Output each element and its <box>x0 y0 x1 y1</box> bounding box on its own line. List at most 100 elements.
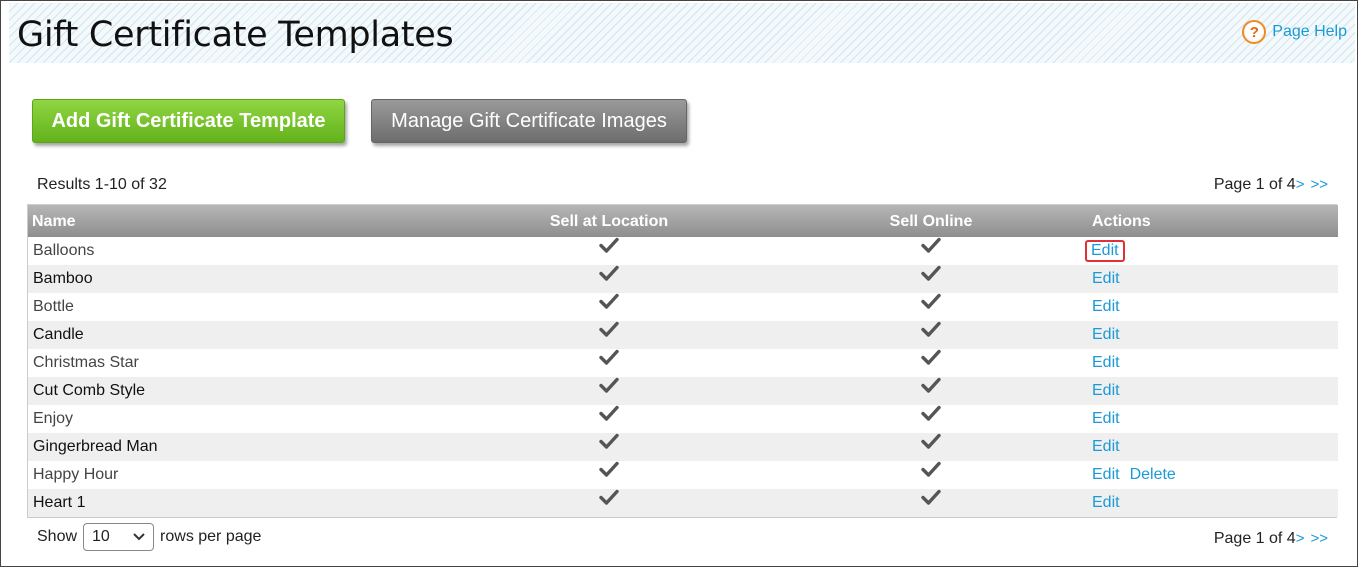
template-name: Balloons <box>28 237 448 265</box>
page-frame: Gift Certificate Templates ? Page Help A… <box>0 0 1358 567</box>
table-row: Christmas Star Edit <box>28 349 1338 377</box>
sell-at-location-cell <box>448 321 770 349</box>
rows-per-page-select[interactable]: 10 <box>83 523 155 551</box>
sell-online-cell <box>770 265 1092 293</box>
templates-table: Name Sell at Location Sell Online Action… <box>27 204 1338 518</box>
sell-at-location-cell <box>448 489 770 517</box>
sell-at-location-cell <box>448 265 770 293</box>
column-header-sell-online[interactable]: Sell Online <box>770 205 1092 237</box>
template-name: Candle <box>28 321 448 349</box>
sell-at-location-cell <box>448 433 770 461</box>
template-name: Cut Comb Style <box>28 377 448 405</box>
edit-link[interactable]: Edit <box>1087 269 1125 289</box>
sell-at-location-cell <box>448 405 770 433</box>
edit-link[interactable]: Edit <box>1087 353 1125 373</box>
template-name: Gingerbread Man <box>28 433 448 461</box>
template-name: Christmas Star <box>28 349 448 377</box>
checkmark-icon <box>599 265 619 286</box>
sell-online-cell <box>770 461 1092 489</box>
column-header-sell-at-location[interactable]: Sell at Location <box>448 205 770 237</box>
edit-link[interactable]: Edit <box>1087 437 1125 457</box>
checkmark-icon <box>599 433 619 454</box>
results-count: Results 1-10 of 32 <box>37 176 167 193</box>
last-page-link[interactable]: >> <box>1310 176 1328 193</box>
table-row: Bamboo Edit <box>28 265 1338 293</box>
checkmark-icon <box>599 461 619 482</box>
actions-cell: Edit <box>1092 377 1338 405</box>
edit-link[interactable]: Edit <box>1087 409 1125 429</box>
sell-at-location-cell <box>448 349 770 377</box>
page-indicator: Page 1 of 4 <box>1213 530 1296 547</box>
template-name: Happy Hour <box>28 461 448 489</box>
table-row: Candle Edit <box>28 321 1338 349</box>
checkmark-icon <box>921 293 941 314</box>
sell-online-cell <box>770 293 1092 321</box>
edit-link[interactable]: Edit <box>1085 240 1125 262</box>
next-page-link[interactable]: > <box>1296 530 1305 547</box>
next-page-link[interactable]: > <box>1296 176 1305 193</box>
edit-link[interactable]: Edit <box>1087 493 1125 513</box>
page-indicator: Page 1 of 4 <box>1213 176 1296 193</box>
table-row: Bottle Edit <box>28 293 1338 321</box>
pagination-top: Page 1 of 4 > >> <box>1214 176 1328 194</box>
actions-cell: Edit <box>1092 433 1338 461</box>
help-icon[interactable]: ? <box>1242 20 1267 44</box>
sell-online-cell <box>770 405 1092 433</box>
edit-link[interactable]: Edit <box>1087 465 1125 485</box>
column-header-name[interactable]: Name <box>28 205 448 237</box>
sell-online-cell <box>770 489 1092 517</box>
rows-per-page-value: 10 <box>92 528 110 545</box>
template-name: Bamboo <box>28 265 448 293</box>
checkmark-icon <box>921 461 941 482</box>
page-help-label[interactable]: Page Help <box>1272 23 1347 41</box>
sell-online-cell <box>770 321 1092 349</box>
checkmark-icon <box>921 237 941 258</box>
column-header-actions: Actions <box>1092 205 1338 237</box>
sell-at-location-cell <box>448 293 770 321</box>
pagination-bottom: Page 1 of 4 > >> <box>1214 530 1328 548</box>
template-name: Bottle <box>28 293 448 321</box>
actions-cell: Edit <box>1085 237 1338 265</box>
rows-per-page-label: rows per page <box>160 528 262 545</box>
checkmark-icon <box>921 489 941 510</box>
table-row: Cut Comb Style Edit <box>28 377 1338 405</box>
checkmark-icon <box>599 321 619 342</box>
edit-link[interactable]: Edit <box>1087 325 1125 345</box>
checkmark-icon <box>921 405 941 426</box>
edit-link[interactable]: Edit <box>1087 381 1125 401</box>
delete-link[interactable]: Delete <box>1130 466 1176 483</box>
add-gift-certificate-template-button[interactable]: Add Gift Certificate Template <box>32 99 345 143</box>
sell-at-location-cell <box>448 237 770 265</box>
actions-cell: Edit <box>1092 265 1338 293</box>
page-title: Gift Certificate Templates <box>17 15 454 55</box>
last-page-link[interactable]: >> <box>1310 530 1328 547</box>
sell-online-cell <box>770 377 1092 405</box>
table-row: Enjoy Edit <box>28 405 1338 433</box>
sell-online-cell <box>770 433 1092 461</box>
checkmark-icon <box>599 349 619 370</box>
actions-cell: Edit <box>1092 293 1338 321</box>
manage-gift-certificate-images-button[interactable]: Manage Gift Certificate Images <box>371 99 687 143</box>
table-row: Happy Hour Edit Delete <box>28 461 1338 489</box>
sell-at-location-cell <box>448 377 770 405</box>
table-row: Gingerbread Man Edit <box>28 433 1338 461</box>
rows-per-page-control: Show 10 rows per page <box>37 523 261 551</box>
edit-link[interactable]: Edit <box>1087 297 1125 317</box>
checkmark-icon <box>599 293 619 314</box>
table-header-row: Name Sell at Location Sell Online Action… <box>28 205 1338 237</box>
checkmark-icon <box>921 265 941 286</box>
checkmark-icon <box>921 377 941 398</box>
checkmark-icon <box>599 489 619 510</box>
actions-cell: Edit <box>1092 349 1338 377</box>
actions-cell: Edit Delete <box>1092 461 1338 489</box>
page-help-link[interactable]: ? Page Help <box>1242 20 1347 44</box>
actions-cell: Edit <box>1092 489 1338 517</box>
show-label: Show <box>37 528 78 545</box>
page-header: Gift Certificate Templates ? Page Help <box>9 3 1355 63</box>
chevron-down-icon <box>133 530 145 544</box>
checkmark-icon <box>921 321 941 342</box>
template-name: Enjoy <box>28 405 448 433</box>
checkmark-icon <box>599 405 619 426</box>
actions-cell: Edit <box>1092 405 1338 433</box>
checkmark-icon <box>921 433 941 454</box>
